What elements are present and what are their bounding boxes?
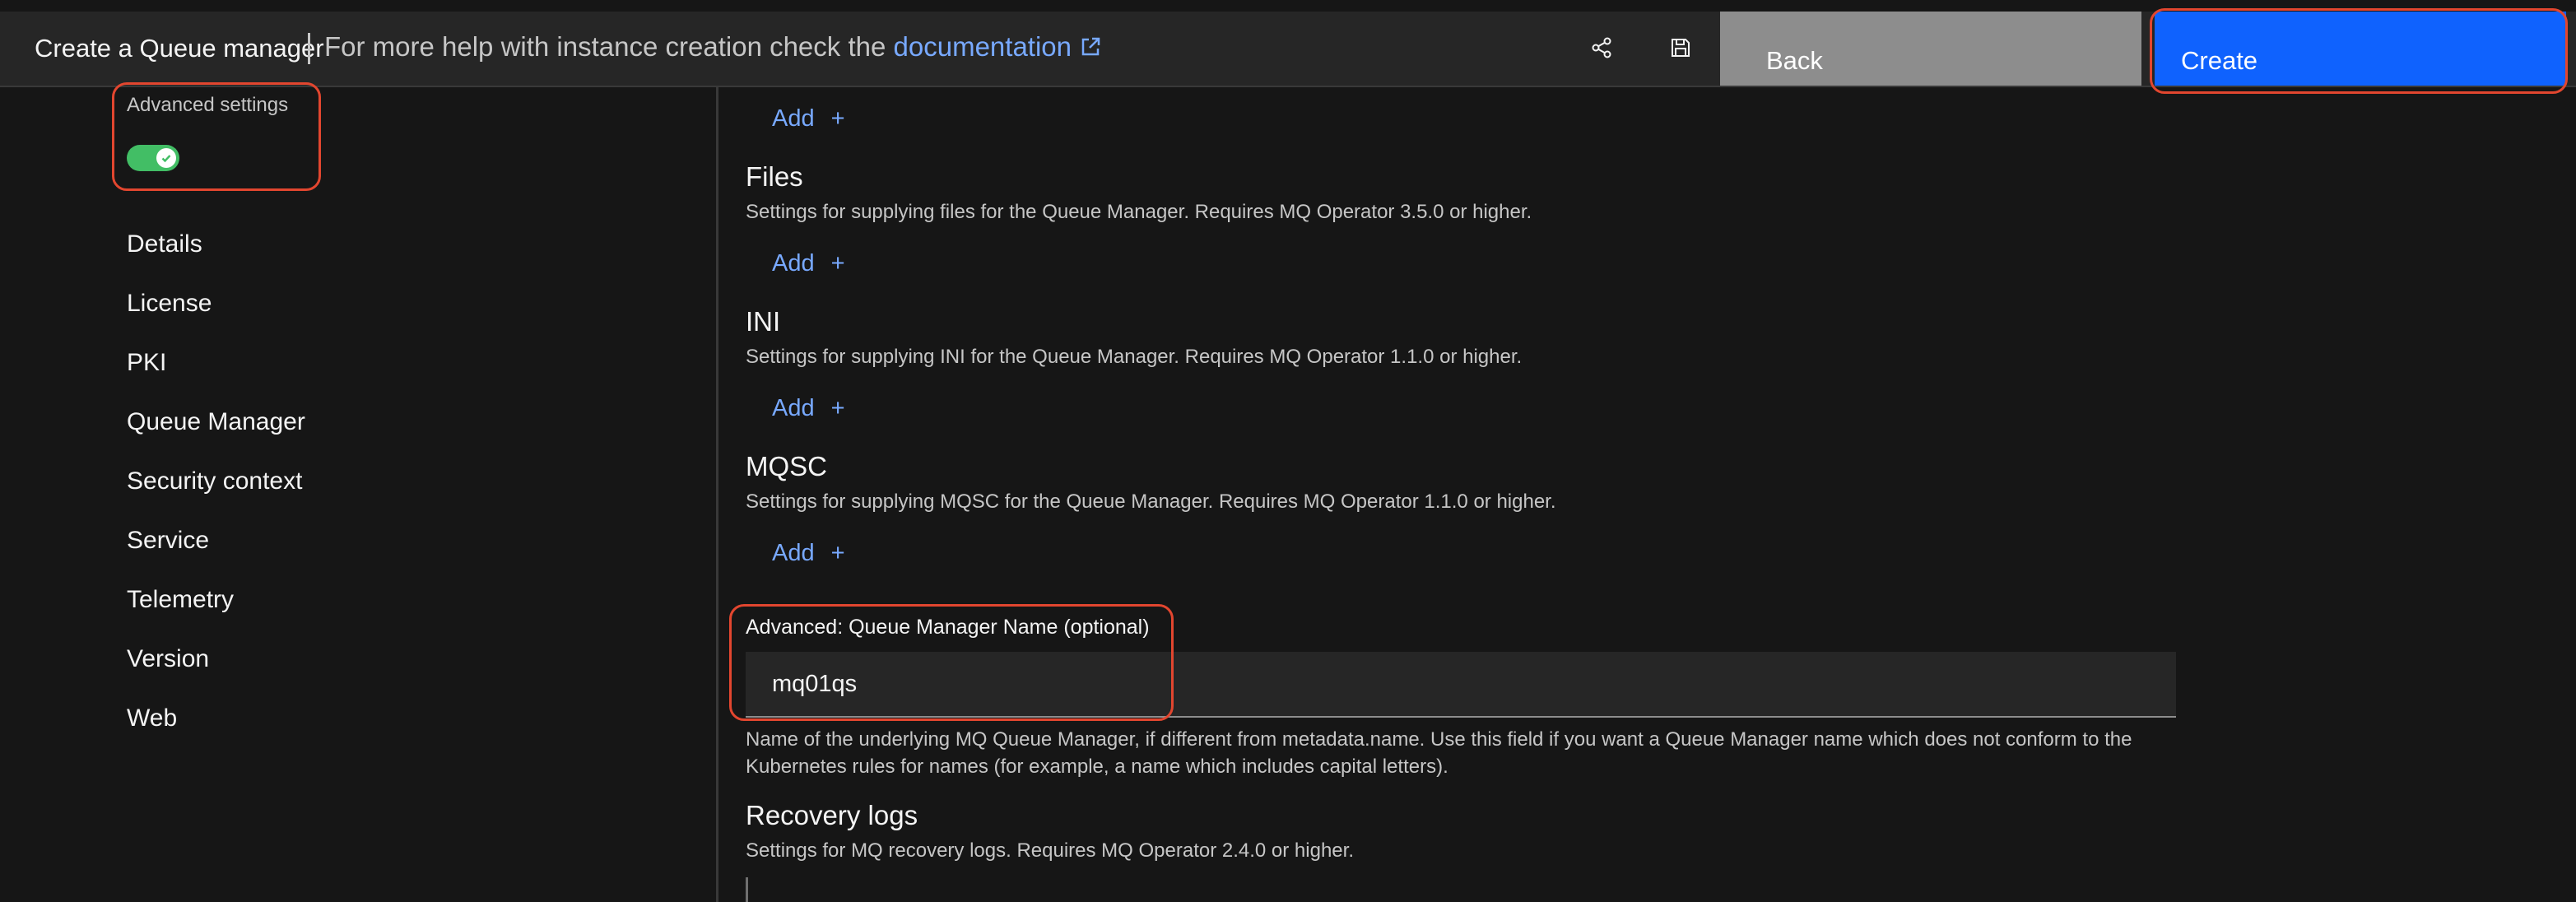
queue-manager-name-label: Advanced: Queue Manager Name (optional) — [746, 616, 1150, 639]
add-label: Add — [772, 395, 815, 421]
add-label: Add — [772, 540, 815, 566]
queue-manager-name-help: Name of the underlying MQ Queue Manager,… — [746, 728, 2132, 778]
mqsc-section-description: Settings for supplying MQSC for the Queu… — [746, 491, 1556, 513]
recovery-logs-description: Settings for MQ recovery logs. Requires … — [746, 839, 1354, 862]
mqsc-add-button[interactable]: Add + — [772, 540, 845, 567]
add-label: Add — [772, 105, 815, 132]
check-icon — [156, 148, 176, 168]
ini-add-button[interactable]: Add + — [772, 395, 845, 422]
external-link-icon — [1080, 33, 1101, 64]
help-text-label: For more help with instance creation che… — [324, 31, 886, 62]
create-button[interactable]: Create — [2155, 12, 2566, 86]
save-icon[interactable] — [1656, 23, 1705, 72]
plus-icon: + — [830, 250, 845, 277]
share-icon[interactable] — [1577, 23, 1626, 72]
sidebar-item-pki[interactable]: PKI — [127, 349, 166, 377]
ini-section-title: INI — [746, 306, 781, 337]
sidebar-item-web[interactable]: Web — [127, 704, 177, 732]
plus-icon: + — [830, 105, 845, 132]
sidebar-item-telemetry[interactable]: Telemetry — [127, 586, 234, 614]
add-label: Add — [772, 250, 815, 277]
advanced-settings-toggle[interactable] — [127, 145, 179, 171]
title-separator — [308, 33, 310, 64]
page-title: Create a Queue manager — [35, 34, 324, 63]
plus-icon: + — [830, 395, 845, 421]
files-section-title: Files — [746, 161, 803, 192]
ini-section-description: Settings for supplying INI for the Queue… — [746, 346, 1523, 368]
recovery-logs-group-border — [746, 877, 748, 902]
sidebar-item-security-context[interactable]: Security context — [127, 467, 302, 495]
sidebar-item-license[interactable]: License — [127, 290, 212, 318]
sidebar-item-details[interactable]: Details — [127, 230, 202, 258]
recovery-logs-title: Recovery logs — [746, 800, 918, 830]
documentation-link-label: documentation — [893, 31, 1072, 62]
advanced-settings-label: Advanced settings — [127, 94, 289, 116]
sidebar-item-queue-manager[interactable]: Queue Manager — [127, 408, 305, 436]
add-button[interactable]: Add + — [772, 105, 845, 133]
sidebar-item-version[interactable]: Version — [127, 645, 209, 673]
files-section-description: Settings for supplying files for the Que… — [746, 201, 1532, 223]
files-add-button[interactable]: Add + — [772, 250, 845, 277]
help-text: For more help with instance creation che… — [324, 31, 1101, 64]
sidebar-divider — [716, 86, 718, 902]
back-button[interactable]: Back — [1720, 12, 2141, 86]
plus-icon: + — [830, 540, 845, 566]
queue-manager-name-input[interactable] — [746, 652, 2176, 718]
documentation-link[interactable]: documentation — [894, 31, 1101, 62]
sidebar-item-service[interactable]: Service — [127, 527, 209, 555]
mqsc-section-title: MQSC — [746, 451, 827, 481]
